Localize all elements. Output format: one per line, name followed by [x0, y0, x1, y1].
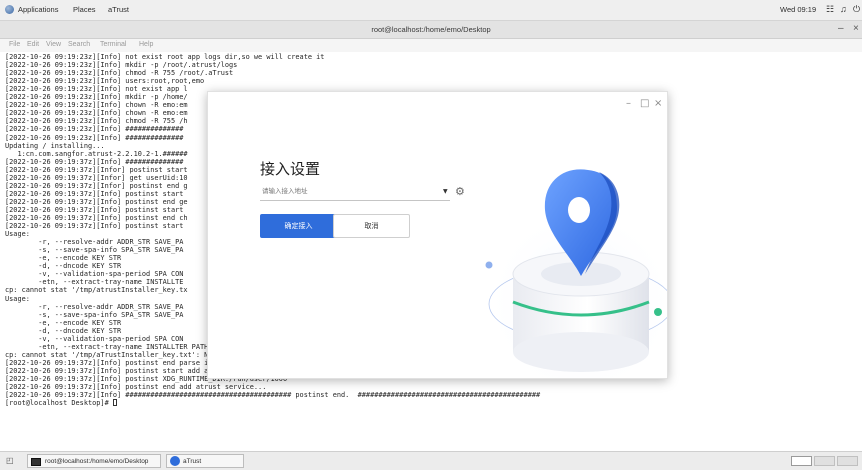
terminal-line: [2022-10-26 09:19:23z][Info] ###########… — [5, 125, 184, 134]
taskbar-terminal-label: root@localhost:/home/emo/Desktop — [45, 458, 149, 465]
atrust-icon — [170, 456, 180, 466]
orbit-dot-green — [654, 308, 662, 316]
terminal-line: [2022-10-26 09:19:23z][Info] not exist a… — [5, 85, 188, 94]
terminal-line: Usage: — [5, 230, 30, 239]
taskbar-item-atrust[interactable]: aTrust — [166, 454, 244, 468]
pedestal-base — [513, 332, 649, 372]
active-app-menu[interactable]: aTrust — [108, 5, 129, 14]
terminal-line: [2022-10-26 09:19:37z][Info] postinst en… — [5, 197, 188, 206]
location-pin-illustration — [485, 169, 667, 378]
top-panel: Applications Places aTrust Wed 09:19 ☷ ♫… — [0, 0, 862, 21]
terminal-line: [2022-10-26 09:19:23z][Info] not exist r… — [5, 53, 325, 61]
terminal-line: [2022-10-26 09:19:23z][Info] chown -R em… — [5, 109, 188, 118]
clock[interactable]: Wed 09:19 — [780, 5, 816, 14]
terminal-line: -r, --resolve-addr ADDR_STR SAVE_PA — [5, 238, 184, 247]
menu-view[interactable]: View — [46, 41, 61, 48]
orbit-dot-blue — [485, 261, 493, 269]
terminal-line: [2022-10-26 09:19:37z][Info] postinst en… — [5, 214, 188, 222]
places-menu[interactable]: Places — [73, 5, 96, 14]
menu-file[interactable]: File — [9, 41, 20, 48]
terminal-line: -d, --dncode KEY STR — [5, 326, 122, 335]
terminal-line: -v, --validation-spa-period SPA CON — [5, 334, 184, 343]
terminal-line: [2022-10-26 09:19:23z][Info] ###########… — [5, 133, 184, 142]
show-desktop-icon[interactable]: ◰ — [6, 456, 14, 465]
power-icon[interactable]: ⏻ — [853, 4, 860, 15]
applications-icon[interactable] — [5, 5, 14, 14]
taskbar-atrust-label: aTrust — [183, 458, 202, 465]
terminal-line: [2022-10-26 09:19:23z][Info] chown -R em… — [5, 101, 188, 110]
workspace-3[interactable] — [837, 456, 858, 466]
terminal-line: 1:cn.com.sangfor.atrust-2.2.10.2-1.#####… — [5, 149, 188, 158]
chevron-down-icon[interactable]: ▼ — [443, 188, 448, 195]
terminal-cursor — [113, 399, 118, 407]
terminal-line: [2022-10-26 09:19:37z][Infor] get userUi… — [5, 173, 188, 182]
terminal-line: [2022-10-26 09:19:23z][Info] mkdir -p /h… — [5, 93, 188, 102]
terminal-line: -r, --resolve-addr ADDR_STR SAVE_PA — [5, 302, 184, 311]
close-icon[interactable]: × — [853, 23, 859, 34]
terminal-line: [2022-10-26 09:19:23z][Info] mkdir -p /r… — [5, 61, 238, 70]
terminal-line: [2022-10-26 09:19:37z][Info] postinst st… — [5, 222, 184, 231]
volume-icon[interactable]: ♫ — [840, 4, 847, 14]
applications-menu[interactable]: Applications — [18, 5, 58, 14]
terminal-titlebar: root@localhost:/home/emo/Desktop – × — [0, 21, 862, 39]
workspace-2[interactable] — [814, 456, 835, 466]
terminal-line: -v, --validation-spa-period SPA CON — [5, 270, 184, 279]
terminal-line: [2022-10-26 09:19:37z][Info] postinst st… — [5, 189, 184, 198]
atrust-access-dialog: – □ × 接入设置 ▼ ⚙ 确定接入 取消 — [207, 91, 668, 379]
terminal-line: [2022-10-26 09:19:37z][Info] postinst en… — [5, 383, 267, 392]
terminal-line: [2022-10-26 09:19:23z][Info] chmod -R 75… — [5, 69, 234, 78]
menu-edit[interactable]: Edit — [27, 41, 39, 48]
terminal-line: [2022-10-26 09:19:37z][Infor] postinst s… — [5, 165, 188, 174]
taskbar-item-terminal[interactable]: root@localhost:/home/emo/Desktop — [27, 454, 161, 468]
terminal-line: Updating / installing... — [5, 141, 105, 150]
confirm-access-button[interactable]: 确定接入 — [260, 214, 337, 238]
terminal-title: root@localhost:/home/emo/Desktop — [371, 25, 491, 34]
maximize-icon[interactable]: □ — [640, 98, 649, 109]
workspace-switcher[interactable] — [791, 456, 812, 466]
terminal-icon — [31, 458, 41, 466]
terminal-line: [2022-10-26 09:19:37z][Infor] postinst e… — [5, 181, 188, 190]
menu-search[interactable]: Search — [68, 41, 90, 48]
terminal-line: cp: cannot stat '/tmp/atrustInstaller_ke… — [5, 286, 188, 295]
gear-icon[interactable]: ⚙ — [455, 185, 465, 198]
address-input[interactable] — [262, 187, 432, 195]
terminal-line: [2022-10-26 09:19:37z][Info] ###########… — [5, 391, 541, 400]
terminal-line: -d, --dncode KEY STR — [5, 262, 122, 271]
terminal-line: [2022-10-26 09:19:37z][Info] ###########… — [5, 157, 184, 166]
taskbar: ◰ root@localhost:/home/emo/Desktop aTrus… — [0, 451, 862, 470]
minimize-icon[interactable]: – — [626, 98, 631, 109]
menu-help[interactable]: Help — [139, 41, 153, 48]
terminal-line: Usage: — [5, 294, 30, 303]
terminal-line: -e, --encode KEY STR — [5, 318, 122, 327]
close-icon[interactable]: × — [654, 98, 662, 109]
terminal-line: -e, --encode KEY STR — [5, 254, 122, 263]
network-icon[interactable]: ☷ — [826, 4, 834, 15]
terminal-line: [2022-10-26 09:19:37z][Info] postinst en… — [5, 358, 234, 367]
pin-hole — [568, 197, 590, 223]
terminal-line: [2022-10-26 09:19:37z][Info] postinst st… — [5, 205, 184, 214]
menu-terminal[interactable]: Terminal — [100, 41, 126, 48]
terminal-line: [root@localhost Desktop]# — [5, 399, 113, 408]
terminal-line: -s, --save-spa-info SPA_STR SAVE_PA — [5, 310, 184, 319]
terminal-line: -s, --save-spa-info SPA_STR SAVE_PA — [5, 246, 184, 255]
minimize-icon[interactable]: – — [838, 23, 844, 34]
terminal-line: -etn, --extract-tray-name INSTALLTE — [5, 278, 184, 287]
address-select[interactable]: ▼ — [260, 184, 450, 201]
terminal-line: [2022-10-26 09:19:23z][Info] chmod -R 75… — [5, 117, 188, 126]
cancel-button[interactable]: 取消 — [333, 214, 410, 238]
dialog-title: 接入设置 — [260, 160, 321, 178]
terminal-line: [2022-10-26 09:19:23z][Info] users:root,… — [5, 77, 205, 86]
terminal-menubar: File Edit View Search Terminal Help — [0, 39, 862, 52]
